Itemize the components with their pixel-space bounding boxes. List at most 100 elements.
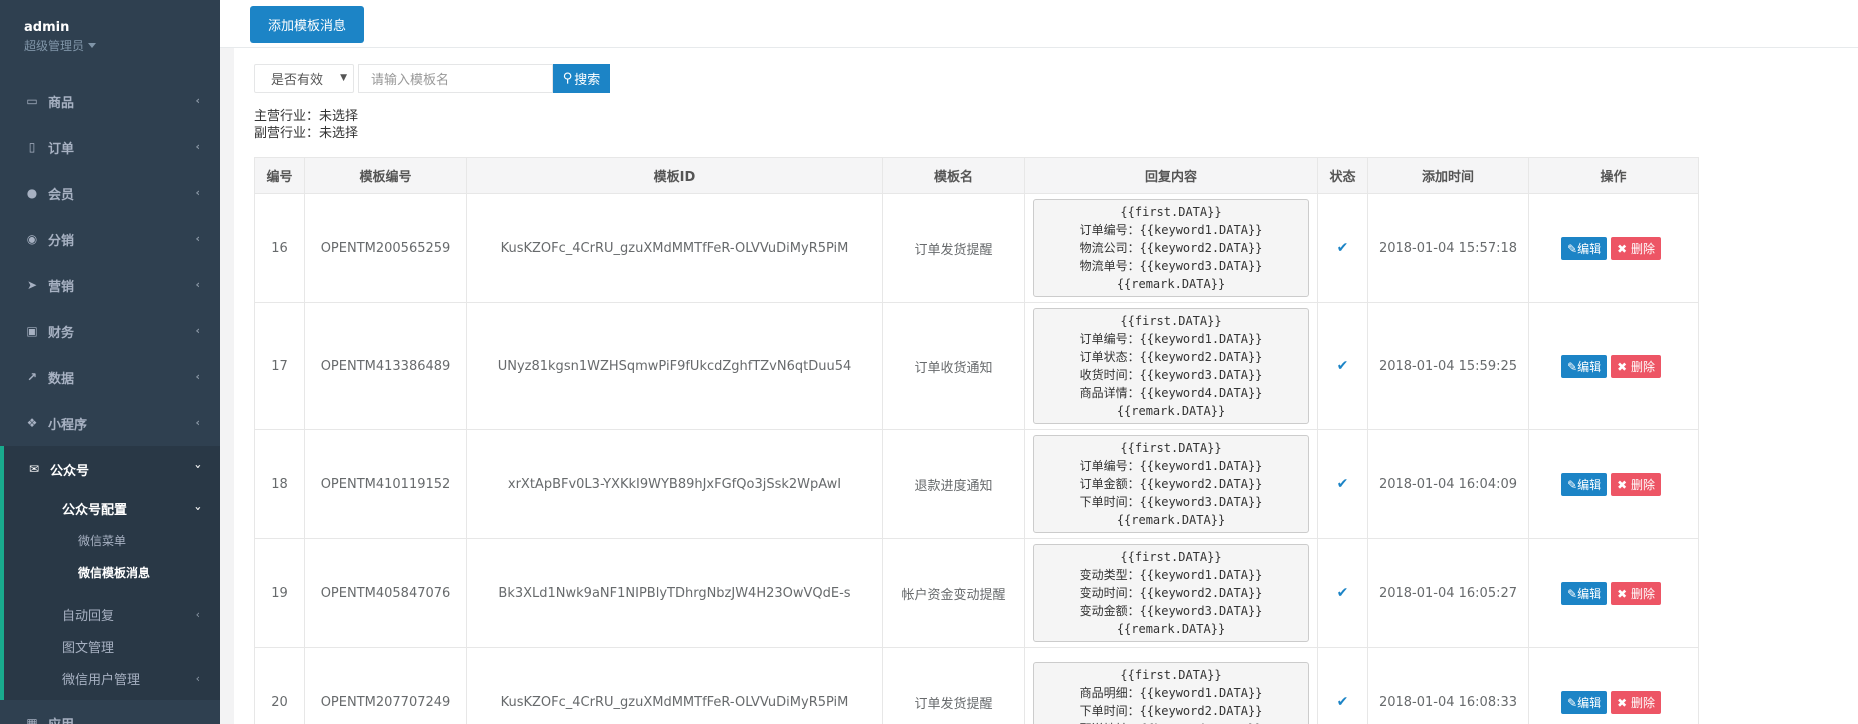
sidebar-item-5[interactable]: ▣ 财务 ‹ <box>0 308 220 354</box>
primary-industry: 主营行业：未选择 <box>254 109 359 124</box>
sidebar-item-label: 微信菜单 <box>78 533 127 548</box>
edit-icon: ✎ <box>1567 359 1578 374</box>
edit-label: 编辑 <box>1577 695 1602 710</box>
chevron-left-icon: ‹ <box>195 278 200 291</box>
sidebar-item-label: 微信用户管理 <box>62 672 141 688</box>
delete-label: 删除 <box>1630 695 1655 710</box>
column-header: 添加时间 <box>1367 157 1529 194</box>
chevron-left-icon: ‹ <box>195 370 200 383</box>
check-icon: ✔ <box>1336 476 1349 492</box>
app-icon: ▦ <box>26 716 38 724</box>
delete-button[interactable]: ✖ 删除 <box>1611 354 1661 378</box>
sidebar: admin 超级管理员 ▭ 商品 ‹ ▯ 订单 ‹ ● 会员 ‹ ◉ 分销 ‹ ➤ 营销 ‹ ▣ 财务 ‹ ↗ 数据 ‹… <box>0 0 220 724</box>
delete-label: 删除 <box>1630 586 1655 601</box>
delete-button[interactable]: ✖ 删除 <box>1611 690 1661 714</box>
cell-template-id: KusKZOFc_4CrRU_gzuXMdMMTfFeR-OLVVuDiMyR5… <box>466 193 883 303</box>
cell-template-code: OPENTM200565259 <box>304 193 467 303</box>
delete-button[interactable]: ✖ 删除 <box>1611 236 1661 260</box>
edit-button[interactable]: ✎编辑 <box>1561 354 1608 378</box>
cell-actions: ✎编辑 ✖ 删除 <box>1528 647 1699 724</box>
wechat-icon: ✉ <box>28 462 40 476</box>
sidebar-item-wechat-template[interactable]: 微信模板消息 <box>4 556 220 588</box>
cell-content: {{first.DATA}} 商品明细：{{keyword1.DATA}} 下单… <box>1024 647 1318 724</box>
close-icon: ✖ <box>1617 695 1628 710</box>
user-icon: ● <box>26 186 38 200</box>
sidebar-item-autoreply[interactable]: 自动回复 ‹ <box>4 598 220 630</box>
chevron-down-icon: ‹ <box>191 506 205 511</box>
sidebar-item-label: 分销 <box>48 233 75 249</box>
sidebar-item-wechat-users[interactable]: 微信用户管理 ‹ <box>4 662 220 694</box>
cell-status: ✔ <box>1317 647 1368 724</box>
delete-button[interactable]: ✖ 删除 <box>1611 472 1661 496</box>
cell-actions: ✎编辑 ✖ 删除 <box>1528 193 1699 303</box>
sidebar-item-8[interactable]: ✉ 公众号 ‹ <box>0 446 220 492</box>
chevron-left-icon: ‹ <box>195 672 200 685</box>
sidebar-item-1[interactable]: ▯ 订单 ‹ <box>0 124 220 170</box>
cell-id: 19 <box>254 538 305 648</box>
cell-template-name: 订单发货提醒 <box>882 647 1025 724</box>
cell-content: {{first.DATA}} 订单编号：{{keyword1.DATA}} 物流… <box>1024 193 1318 303</box>
chevron-left-icon: ‹ <box>195 140 200 153</box>
sidebar-item-wechat-menu[interactable]: 微信菜单 <box>4 524 220 556</box>
table-row: 18 OPENTM410119152 xrXtApBFv0L3-YXKkI9WYB8… <box>254 429 1699 539</box>
search-input[interactable]: 请输入模板名 <box>358 64 553 93</box>
column-header: 编号 <box>254 157 305 194</box>
column-header: 模板编号 <box>304 157 467 194</box>
valid-select[interactable]: 是否有效 ▼ <box>254 64 354 93</box>
cell-template-name: 订单收货通知 <box>882 302 1025 430</box>
chart-icon: ↗ <box>26 370 38 384</box>
cell-time: 2018-01-04 16:04:09 <box>1367 429 1529 539</box>
reply-content: {{first.DATA}} 订单编号：{{keyword1.DATA}} 订单… <box>1033 308 1309 424</box>
cubes-icon: ❖ <box>26 416 38 430</box>
sidebar-item-label: 财务 <box>48 325 75 341</box>
cell-id: 20 <box>254 647 305 724</box>
edit-button[interactable]: ✎编辑 <box>1561 690 1608 714</box>
user-role-dropdown[interactable]: 超级管理员 <box>24 37 196 54</box>
sidebar-item-wechat-config[interactable]: 公众号配置 ‹ <box>4 492 220 524</box>
column-header: 回复内容 <box>1024 157 1318 194</box>
sidebar-item-3[interactable]: ◉ 分销 ‹ <box>0 216 220 262</box>
user-profile: admin 超级管理员 <box>0 0 220 64</box>
sidebar-item-label: 会员 <box>48 187 75 203</box>
edit-icon: ✎ <box>1567 586 1578 601</box>
edit-button[interactable]: ✎编辑 <box>1561 236 1608 260</box>
sidebar-item-4[interactable]: ➤ 营销 ‹ <box>0 262 220 308</box>
cell-actions: ✎编辑 ✖ 删除 <box>1528 538 1699 648</box>
sidebar-item-7[interactable]: ❖ 小程序 ‹ <box>0 400 220 446</box>
cell-status: ✔ <box>1317 538 1368 648</box>
edit-button[interactable]: ✎编辑 <box>1561 472 1608 496</box>
cell-time: 2018-01-04 15:57:18 <box>1367 193 1529 303</box>
sidebar-item-label: 微信模板消息 <box>78 565 151 580</box>
sidebar-nav: ▭ 商品 ‹ ▯ 订单 ‹ ● 会员 ‹ ◉ 分销 ‹ ➤ 营销 ‹ ▣ 财务 ‹ ↗ 数据 ‹ ❖ 小程序 ‹ ✉ 公众号 ‹ <box>0 78 220 492</box>
sidebar-item-2[interactable]: ● 会员 ‹ <box>0 170 220 216</box>
sidebar-item-label: 数据 <box>48 371 75 387</box>
cell-id: 17 <box>254 302 305 430</box>
search-button[interactable]: ⚲ 搜索 <box>553 64 610 93</box>
delete-label: 删除 <box>1630 241 1655 256</box>
sidebar-subnav-wechat: 公众号配置 ‹ 微信菜单 微信模板消息 自动回复 ‹ 图文管理 微信用户管理 ‹ <box>0 492 220 700</box>
column-header: 模板ID <box>466 157 883 194</box>
table-row: 16 OPENTM200565259 KusKZOFc_4CrRU_gzuXMdMM… <box>254 193 1699 303</box>
delete-button[interactable]: ✖ 删除 <box>1611 581 1661 605</box>
sidebar-item-6[interactable]: ↗ 数据 ‹ <box>0 354 220 400</box>
cell-template-code: OPENTM405847076 <box>304 538 467 648</box>
money-icon: ▣ <box>26 324 38 338</box>
add-template-button[interactable]: 添加模板消息 <box>250 6 365 43</box>
cell-content: {{first.DATA}} 变动类型：{{keyword1.DATA}} 变动… <box>1024 538 1318 648</box>
sidebar-item-articles[interactable]: 图文管理 <box>4 630 220 662</box>
sidebar-item-label: 公众号 <box>50 463 90 479</box>
reply-content: {{first.DATA}} 订单编号：{{keyword1.DATA}} 订单… <box>1033 435 1309 533</box>
sidebar-item-apps[interactable]: ▦ 应用 <box>0 700 220 724</box>
cell-template-id: Bk3XLd1Nwk9aNF1NIPBlyTDhrgNbzJW4H23OwVQd… <box>466 538 883 648</box>
delete-label: 删除 <box>1630 477 1655 492</box>
filter-bar: 是否有效 ▼ 请输入模板名 ⚲ 搜索 <box>254 64 610 93</box>
cell-time: 2018-01-04 16:08:33 <box>1367 647 1529 724</box>
cell-template-id: KusKZOFc_4CrRU_gzuXMdMMTfFeR-OLVVuDiMyR5… <box>466 647 883 724</box>
secondary-industry: 副营行业：未选择 <box>254 126 359 141</box>
sidebar-item-0[interactable]: ▭ 商品 ‹ <box>0 78 220 124</box>
edit-button[interactable]: ✎编辑 <box>1561 581 1608 605</box>
toolbar: 添加模板消息 <box>220 0 1858 48</box>
cell-actions: ✎编辑 ✖ 删除 <box>1528 429 1699 539</box>
edit-label: 编辑 <box>1577 586 1602 601</box>
paper-plane-icon: ➤ <box>26 278 38 292</box>
